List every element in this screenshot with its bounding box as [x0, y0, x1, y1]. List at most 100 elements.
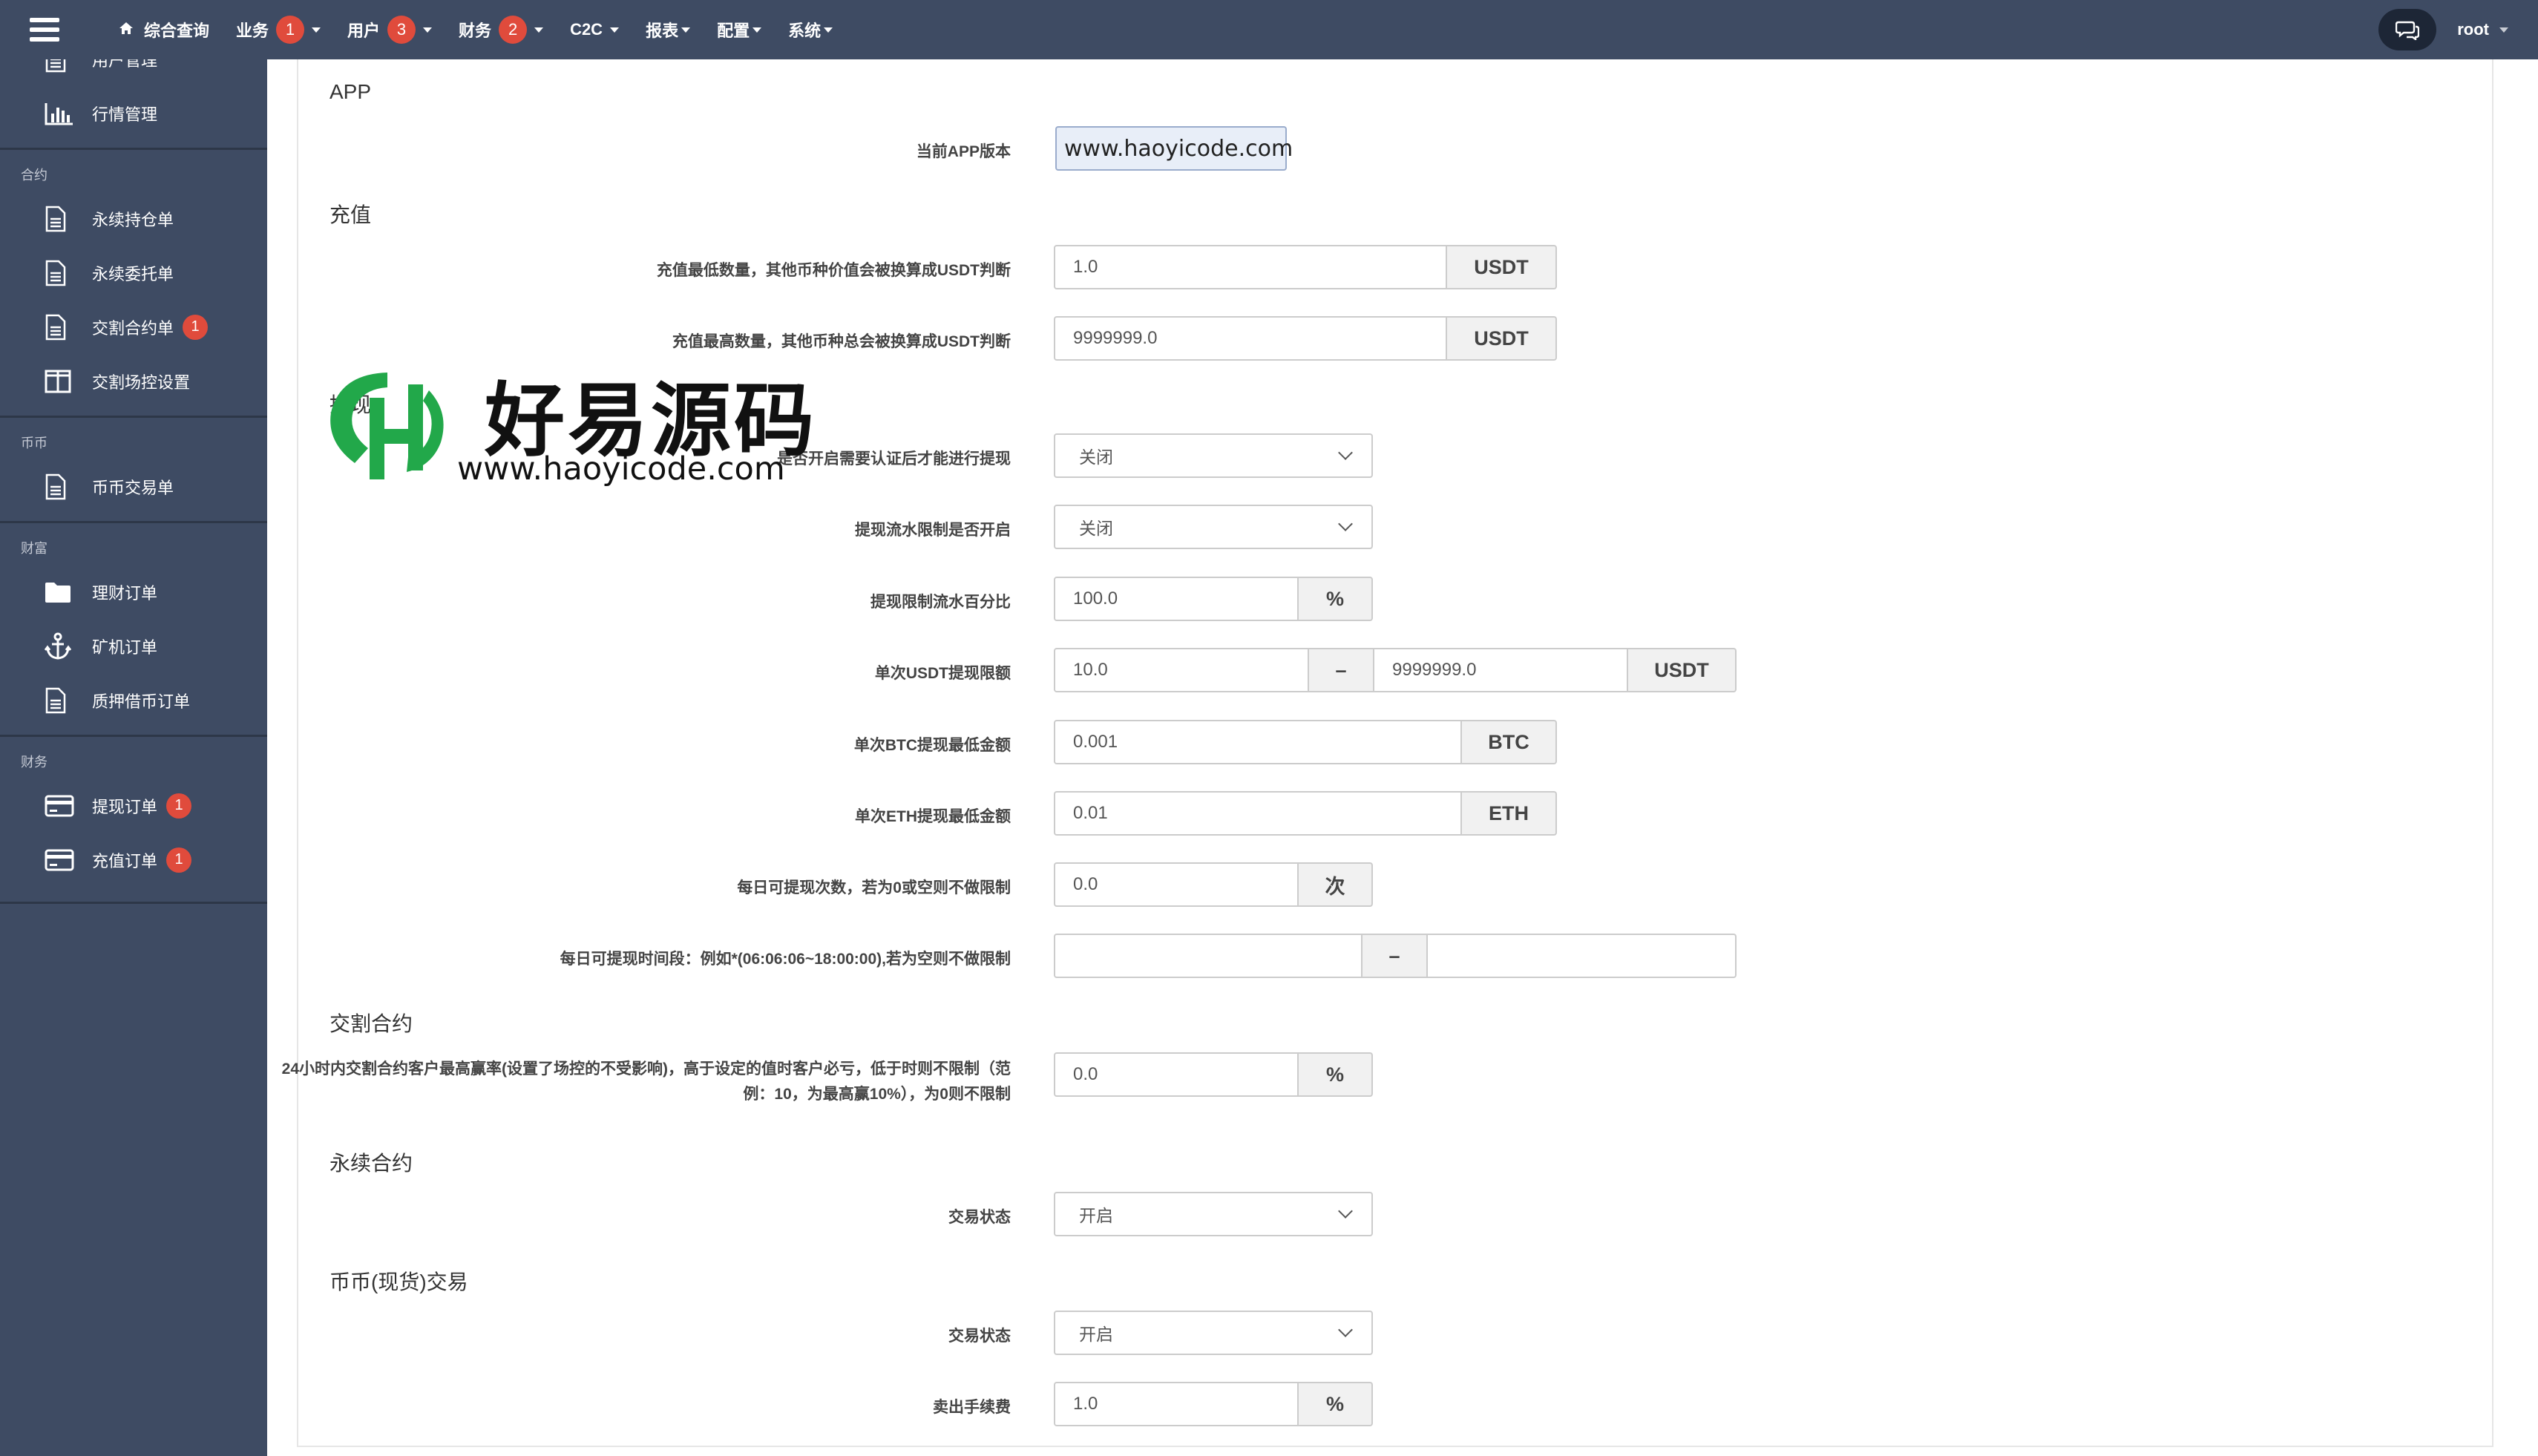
sidebar-item-label: 充值订单	[92, 851, 158, 870]
nav-badge: 2	[499, 16, 528, 44]
document-icon	[45, 260, 77, 286]
sidebar-item-delivery-orders[interactable]: 交割合约单 1	[0, 300, 267, 354]
select-value: 关闭	[1079, 447, 1113, 467]
select-value: 关闭	[1079, 519, 1113, 538]
notification-badge: 1	[166, 793, 192, 819]
anchor-icon	[45, 632, 77, 660]
credit-card-icon	[45, 795, 77, 817]
withdraw-flow-pct-input[interactable]: 100.0	[1054, 577, 1299, 621]
sidebar-group-label: 合约	[21, 168, 47, 183]
home-icon	[119, 20, 134, 39]
sidebar-item-label: 质押借币订单	[92, 692, 191, 711]
sidebar-item-label: 提现订单	[92, 797, 158, 816]
sidebar: 用户管理 行情管理 合约 永续持仓单 永续委托单 交割合约单 1 交割场控设置 …	[0, 59, 267, 1456]
nav-users[interactable]: 用户 3	[347, 16, 433, 44]
range-separator: –	[1309, 648, 1374, 692]
field-label: 单次ETH提现最低金额	[855, 808, 1011, 825]
daily-time-end-input[interactable]	[1428, 934, 1737, 978]
sidebar-item-user-management[interactable]: 用户管理	[0, 59, 267, 86]
chevron-down-icon	[1338, 517, 1353, 531]
app-version-input[interactable]: www.haoyicode.com	[1055, 126, 1293, 171]
unit-addon: USDT	[1447, 316, 1557, 361]
menu-toggle-button[interactable]	[0, 0, 89, 59]
section-title-perpetual: 永续合约	[329, 1152, 413, 1175]
sidebar-item-market[interactable]: 行情管理	[0, 86, 267, 140]
eth-min-input[interactable]: 0.01	[1054, 791, 1462, 836]
chevron-down-icon	[1338, 1204, 1353, 1219]
chevron-down-icon	[1338, 1322, 1353, 1337]
usdt-limit-min-input[interactable]: 10.0	[1054, 648, 1309, 692]
btc-min-input[interactable]: 0.001	[1054, 720, 1462, 764]
sidebar-item-perpetual-orders[interactable]: 永续委托单	[0, 246, 267, 300]
unit-addon: USDT	[1628, 648, 1737, 692]
daily-time-start-input[interactable]	[1054, 934, 1363, 978]
spot-fee-input[interactable]: 1.0	[1054, 1382, 1299, 1426]
daily-count-input[interactable]: 0.0	[1054, 862, 1299, 907]
nav-label: 综合查询	[144, 22, 210, 40]
sidebar-item-miner-orders[interactable]: 矿机订单	[0, 619, 267, 673]
unit-addon: %	[1299, 1052, 1373, 1097]
sidebar-item-label: 永续委托单	[92, 264, 174, 283]
sidebar-item-recharge-orders[interactable]: 充值订单 1	[0, 833, 267, 887]
top-nav: 综合查询 业务 1 用户 3 财务 2 C2C 报表 配置 系统	[119, 0, 859, 59]
sidebar-item-coin-orders[interactable]: 币币交易单	[0, 459, 267, 514]
field-label: 提现限制流水百分比	[870, 594, 1011, 611]
unit-addon: %	[1299, 1382, 1373, 1426]
sidebar-item-finance-orders[interactable]: 理财订单	[0, 565, 267, 619]
document-icon	[45, 687, 77, 714]
sidebar-item-label: 理财订单	[92, 583, 158, 603]
notification-badge: 1	[183, 314, 209, 340]
nav-system[interactable]: 系统	[788, 18, 833, 42]
credit-card-icon	[45, 849, 77, 871]
recharge-min-input[interactable]: 1.0	[1054, 245, 1447, 289]
chevron-down-icon	[752, 27, 762, 33]
field-label: 每日可提现时间段：例如*(06:06:06~18:00:00),若为空则不做限制	[560, 951, 1011, 968]
columns-icon	[45, 370, 77, 393]
sidebar-item-label: 永续持仓单	[92, 210, 174, 229]
field-label: 卖出手续费	[933, 1399, 1011, 1416]
recharge-max-input[interactable]: 9999999.0	[1054, 316, 1447, 361]
nav-badge: 3	[387, 16, 416, 44]
withdraw-flow-select[interactable]: 关闭	[1054, 505, 1373, 549]
chevron-down-icon	[423, 27, 433, 33]
chevron-down-icon	[824, 27, 833, 33]
unit-addon: 次	[1299, 862, 1373, 907]
chevron-down-icon[interactable]	[2499, 27, 2508, 33]
section-title-app: APP	[329, 80, 372, 103]
sidebar-divider	[0, 902, 267, 904]
sidebar-group-label: 币币	[21, 436, 47, 450]
chat-button[interactable]	[2378, 9, 2437, 50]
sidebar-item-withdraw-orders[interactable]: 提现订单 1	[0, 778, 267, 833]
nav-label: 用户	[347, 22, 381, 40]
sidebar-item-perpetual-positions[interactable]: 永续持仓单	[0, 191, 267, 246]
section-title-delivery: 交割合约	[329, 1012, 413, 1035]
nav-config[interactable]: 配置	[717, 18, 762, 42]
chevron-down-icon	[681, 27, 691, 33]
nav-finance[interactable]: 财务 2	[459, 16, 544, 44]
delivery-rate-input[interactable]: 0.0	[1054, 1052, 1299, 1097]
field-label: 24小时内交割合约客户最高赢率(设置了场控的不受影响)，高于设定的值时客户必亏，…	[281, 1060, 1011, 1103]
chevron-down-icon	[312, 27, 321, 33]
usdt-limit-max-input[interactable]: 9999999.0	[1374, 648, 1628, 692]
settings-form: APP 当前APP版本 www.haoyicode.com 充值 充值最低数量，…	[282, 59, 2493, 1447]
nav-label: 业务	[236, 22, 269, 40]
field-label: 每日可提现次数，若为0或空则不做限制	[737, 879, 1011, 896]
username[interactable]: root	[2457, 20, 2489, 39]
field-label: 当前APP版本	[916, 143, 1011, 160]
nav-business[interactable]: 业务 1	[236, 16, 321, 44]
field-label: 充值最低数量，其他币种价值会被换算成USDT判断	[656, 262, 1011, 279]
sidebar-item-pledge-orders[interactable]: 质押借币订单	[0, 673, 267, 727]
chevron-down-icon	[1338, 445, 1353, 460]
nav-reports[interactable]: 报表	[646, 18, 691, 42]
nav-home[interactable]: 综合查询	[119, 18, 209, 42]
sidebar-item-label: 币币交易单	[92, 478, 174, 497]
sidebar-item-delivery-control[interactable]: 交割场控设置	[0, 354, 267, 408]
field-label: 交易状态	[948, 1209, 1011, 1226]
chevron-down-icon	[534, 27, 544, 33]
nav-c2c[interactable]: C2C	[570, 20, 620, 39]
spot-status-select[interactable]: 开启	[1054, 1311, 1373, 1355]
section-title-recharge: 充值	[329, 203, 372, 226]
withdraw-kyc-select[interactable]: 关闭	[1054, 433, 1373, 478]
perpetual-status-select[interactable]: 开启	[1054, 1192, 1373, 1236]
select-value: 开启	[1079, 1325, 1113, 1344]
